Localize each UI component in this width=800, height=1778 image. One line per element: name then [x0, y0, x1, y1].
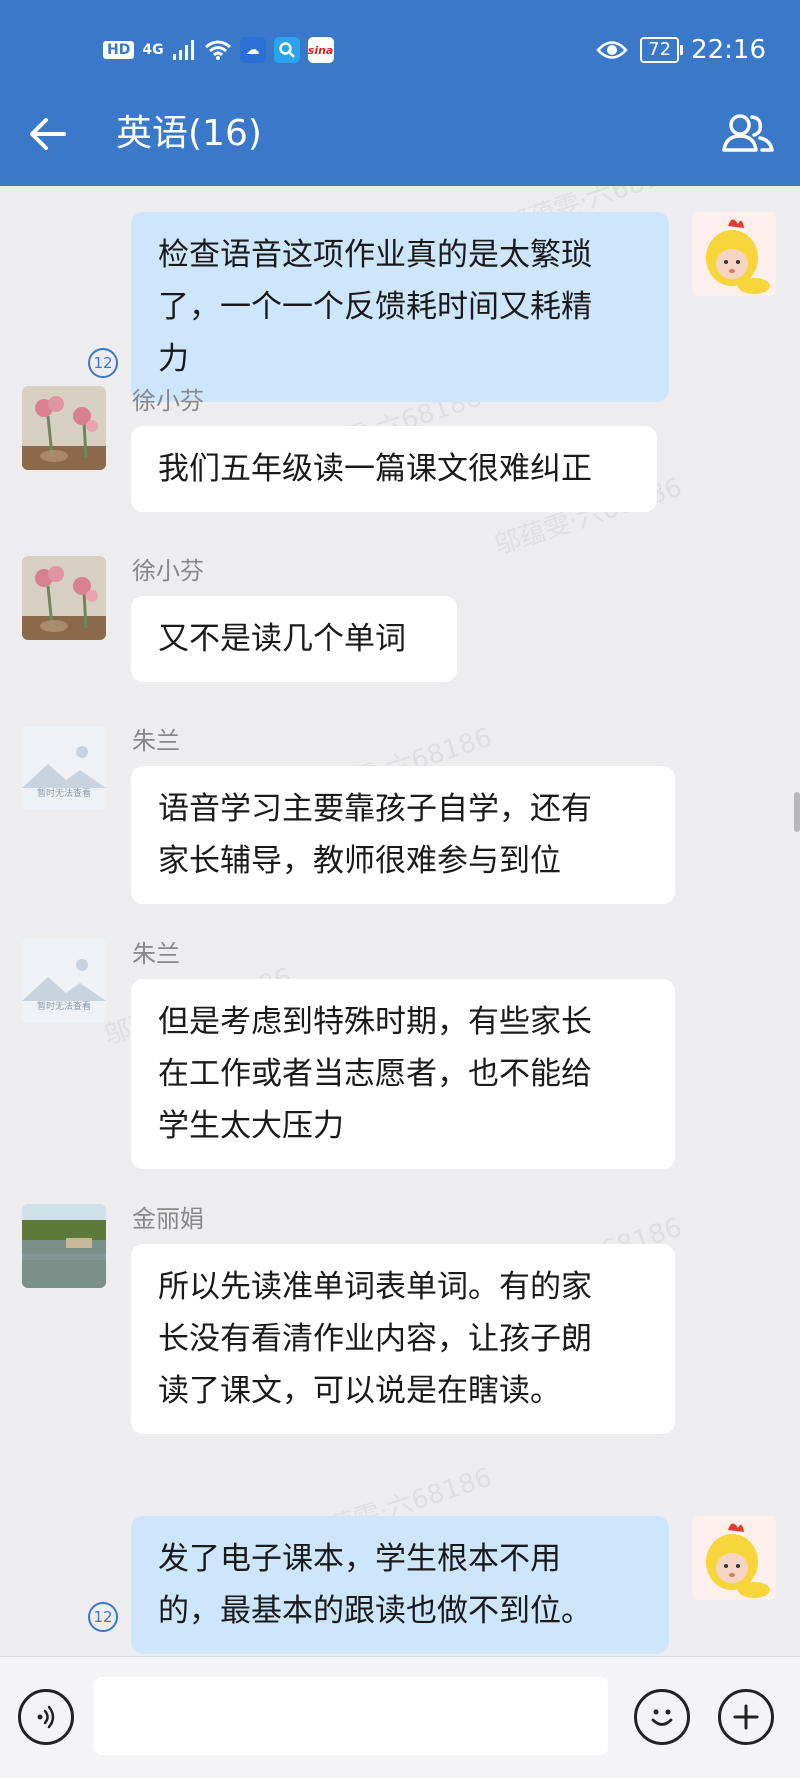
- sender-name: 朱兰: [132, 940, 180, 968]
- add-button[interactable]: [718, 1689, 774, 1745]
- message-line: 长没有看清作业内容，让孩子朗: [158, 1321, 592, 1357]
- emoji-button[interactable]: [634, 1689, 690, 1745]
- message-outgoing: 12 检查语音这项作业真的是太繁琐 了，一个一个反馈耗时间又耗精 力: [0, 212, 800, 402]
- sender-avatar[interactable]: 暂时无法查看: [22, 726, 106, 810]
- message-line: 了，一个一个反馈耗时间又耗精: [158, 289, 592, 325]
- message-bubble[interactable]: 发了电子课本，学生根本不用 的，最基本的跟读也做不到位。: [131, 1516, 669, 1654]
- chat-messages-area[interactable]: 邬蕴雯·六68186 邬蕴雯·六68186 邬蕴雯·六68186 邬蕴雯·六68…: [0, 186, 800, 1656]
- sender-name: 徐小芬: [132, 387, 204, 415]
- search-app-icon: [273, 37, 300, 63]
- weather-app-icon: ☁: [239, 37, 266, 63]
- message-line: 读了课文，可以说是在瞎读。: [158, 1373, 561, 1409]
- battery-indicator: 72: [640, 37, 683, 63]
- sender-avatar[interactable]: [22, 386, 106, 470]
- sina-app-icon: sina: [307, 37, 334, 63]
- message-line: 在工作或者当志愿者，也不能给: [158, 1056, 592, 1092]
- hd-badge: HD: [103, 41, 135, 59]
- avatar-placeholder-text: 暂时无法查看: [36, 1002, 91, 1012]
- avatar-placeholder-text: 暂时无法查看: [36, 789, 91, 799]
- message-incoming: 暂时无法查看 朱兰 语音学习主要靠孩子自学，还有 家长辅导，教师很难参与到位: [0, 726, 800, 904]
- voice-icon: [37, 1705, 55, 1729]
- sender-name: 金丽娟: [132, 1205, 204, 1233]
- chat-title: 英语(16): [116, 113, 262, 154]
- status-left: HD 4G ☁ sina: [103, 30, 334, 70]
- message-bubble[interactable]: 但是考虑到特殊时期，有些家长 在工作或者当志愿者，也不能给 学生太大压力: [131, 979, 675, 1169]
- my-avatar[interactable]: [692, 212, 776, 296]
- message-bubble[interactable]: 语音学习主要靠孩子自学，还有 家长辅导，教师很难参与到位: [131, 766, 675, 904]
- message-incoming: 徐小芬 我们五年级读一篇课文很难纠正: [0, 386, 800, 512]
- message-line: 语音学习主要靠孩子自学，还有: [158, 791, 592, 827]
- lake-landscape-avatar-icon: [22, 1204, 106, 1288]
- message-line: 检查语音这项作业真的是太繁琐: [158, 237, 592, 273]
- message-line: 我们五年级读一篇课文很难纠正: [158, 451, 592, 487]
- baby-chick-avatar-icon: [692, 1516, 776, 1600]
- status-right: 72 22:16: [596, 30, 766, 70]
- message-incoming: 暂时无法查看 朱兰 但是考虑到特殊时期，有些家长 在工作或者当志愿者，也不能给 …: [0, 939, 800, 1169]
- message-line: 力: [158, 341, 189, 377]
- message-outgoing: 12 发了电子课本，学生根本不用 的，最基本的跟读也做不到位。: [0, 1516, 800, 1654]
- message-bubble[interactable]: 又不是读几个单词: [131, 596, 457, 682]
- sender-name: 朱兰: [132, 727, 180, 755]
- read-count-badge[interactable]: 12: [88, 1602, 118, 1632]
- message-line: 家长辅导，教师很难参与到位: [158, 843, 561, 879]
- voice-button[interactable]: [18, 1689, 74, 1745]
- message-line: 的，最基本的跟读也做不到位。: [158, 1593, 592, 1629]
- clock: 22:16: [691, 35, 766, 65]
- message-bubble[interactable]: 检查语音这项作业真的是太繁琐 了，一个一个反馈耗时间又耗精 力: [131, 212, 669, 402]
- read-count-badge[interactable]: 12: [88, 348, 118, 378]
- network-type: 4G: [142, 42, 164, 58]
- flowers-avatar-icon: [22, 556, 106, 640]
- arrow-left-icon: [30, 118, 66, 150]
- eye-icon: [596, 41, 628, 59]
- back-button[interactable]: [24, 110, 72, 158]
- message-line: 所以先读准单词表单词。有的家: [158, 1269, 592, 1305]
- message-line: 发了电子课本，学生根本不用: [158, 1541, 561, 1577]
- emoji-icon: [651, 1709, 673, 1726]
- wifi-icon: [204, 40, 231, 60]
- input-bar: [0, 1656, 800, 1778]
- top-header: HD 4G ☁ sina 72 22:16 英语(16): [0, 0, 800, 186]
- message-input[interactable]: [94, 1677, 608, 1755]
- message-bubble[interactable]: 所以先读准单词表单词。有的家 长没有看清作业内容，让孩子朗 读了课文，可以说是在…: [131, 1244, 675, 1434]
- sender-name: 徐小芬: [132, 557, 204, 585]
- message-bubble[interactable]: 我们五年级读一篇课文很难纠正: [131, 426, 657, 512]
- sender-avatar[interactable]: 暂时无法查看: [22, 939, 106, 1023]
- message-line: 又不是读几个单词: [158, 621, 406, 657]
- flowers-avatar-icon: [22, 386, 106, 470]
- signal-icon: [172, 40, 194, 60]
- my-avatar[interactable]: [692, 1516, 776, 1600]
- status-bar: HD 4G ☁ sina 72 22:16: [0, 30, 800, 70]
- message-line: 学生太大压力: [158, 1108, 344, 1144]
- message-incoming: 徐小芬 又不是读几个单词: [0, 556, 800, 682]
- sender-avatar[interactable]: [22, 556, 106, 640]
- message-line: 但是考虑到特殊时期，有些家长: [158, 1004, 592, 1040]
- plus-icon: [733, 1704, 759, 1730]
- sender-avatar[interactable]: [22, 1204, 106, 1288]
- baby-chick-avatar-icon: [692, 212, 776, 296]
- message-incoming: 金丽娟 所以先读准单词表单词。有的家 长没有看清作业内容，让孩子朗 读了课文，可…: [0, 1204, 800, 1434]
- group-members-button[interactable]: [720, 110, 776, 158]
- group-members-icon: [722, 114, 774, 152]
